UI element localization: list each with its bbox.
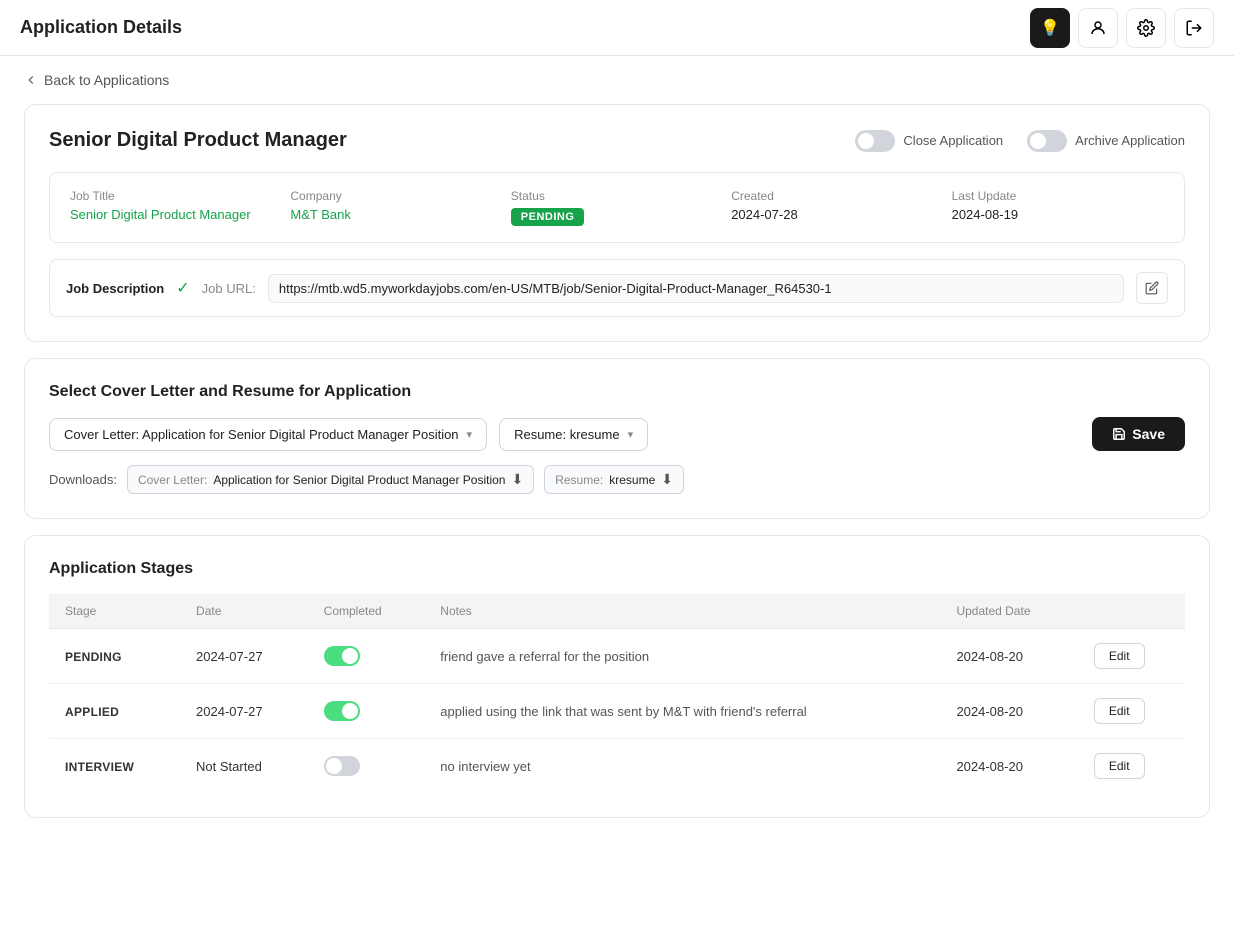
close-application-label: Close Application	[903, 133, 1003, 148]
resume-dl-name: kresume	[609, 473, 655, 487]
stage-name: APPLIED	[65, 705, 119, 719]
resume-dropdown[interactable]: Resume: kresume ▾	[499, 418, 648, 451]
resume-chevron-down-icon: ▾	[628, 428, 634, 441]
job-url-edit-button[interactable]	[1136, 272, 1168, 304]
cover-letter-chevron-down-icon: ▾	[467, 428, 473, 441]
last-update-cell: Last Update 2024-08-19	[952, 189, 1164, 226]
archive-application-toggle[interactable]	[1027, 130, 1067, 152]
stages-table: Stage Date Completed Notes Updated Date …	[49, 594, 1185, 793]
stage-updated-date: 2024-08-20	[940, 684, 1077, 739]
back-to-applications[interactable]: Back to Applications	[0, 56, 1234, 104]
header: Application Details 💡	[0, 0, 1234, 56]
company-label: Company	[290, 189, 502, 203]
gear-icon-button[interactable]	[1126, 8, 1166, 48]
status-badge: PENDING	[511, 208, 585, 226]
bulb-icon-button[interactable]: 💡	[1030, 8, 1070, 48]
col-actions	[1078, 594, 1185, 629]
stage-edit-button[interactable]: Edit	[1094, 753, 1145, 779]
job-description-label: Job Description	[66, 281, 164, 296]
stage-completed-toggle[interactable]	[324, 701, 360, 721]
resume-download-icon[interactable]: ⬇	[661, 471, 673, 488]
last-update-label: Last Update	[952, 189, 1164, 203]
stages-card: Application Stages Stage Date Completed …	[24, 535, 1210, 818]
col-date: Date	[180, 594, 308, 629]
page-title: Application Details	[20, 17, 182, 38]
col-updated-date: Updated Date	[940, 594, 1077, 629]
back-nav-label: Back to Applications	[44, 72, 169, 88]
cover-resume-title: Select Cover Letter and Resume for Appli…	[49, 383, 1185, 401]
table-row: INTERVIEW Not Started no interview yet 2…	[49, 739, 1185, 794]
cover-resume-card: Select Cover Letter and Resume for Appli…	[24, 358, 1210, 519]
table-row: PENDING 2024-07-27 friend gave a referra…	[49, 629, 1185, 684]
close-application-toggle[interactable]	[855, 130, 895, 152]
table-row: APPLIED 2024-07-27 applied using the lin…	[49, 684, 1185, 739]
stage-date: 2024-07-27	[180, 629, 308, 684]
created-value: 2024-07-28	[731, 207, 943, 222]
stage-name: INTERVIEW	[65, 760, 134, 774]
cover-letter-dropdown[interactable]: Cover Letter: Application for Senior Dig…	[49, 418, 487, 451]
stage-notes: friend gave a referral for the position	[440, 649, 649, 664]
card-header: Senior Digital Product Manager Close App…	[49, 129, 1185, 152]
save-label: Save	[1132, 426, 1165, 442]
stage-name: PENDING	[65, 650, 122, 664]
close-application-toggle-group: Close Application	[855, 130, 1003, 152]
job-description-row: Job Description ✓ Job URL:	[49, 259, 1185, 317]
main-content: Senior Digital Product Manager Close App…	[0, 104, 1234, 866]
cover-letter-download-icon[interactable]: ⬇	[511, 471, 523, 488]
job-title-value: Senior Digital Product Manager	[70, 207, 282, 222]
card-controls: Close Application Archive Application	[855, 130, 1185, 152]
resume-dl-label: Resume:	[555, 473, 603, 487]
status-label: Status	[511, 189, 723, 203]
stages-title: Application Stages	[49, 560, 1185, 578]
stage-edit-button[interactable]: Edit	[1094, 643, 1145, 669]
save-icon	[1112, 427, 1126, 441]
company-value: M&T Bank	[290, 207, 502, 222]
info-grid: Job Title Senior Digital Product Manager…	[49, 172, 1185, 243]
job-title-label: Job Title	[70, 189, 282, 203]
downloads-row: Downloads: Cover Letter: Application for…	[49, 465, 1185, 494]
job-title-cell: Job Title Senior Digital Product Manager	[70, 189, 282, 226]
cover-resume-row: Cover Letter: Application for Senior Dig…	[49, 417, 1185, 451]
created-label: Created	[731, 189, 943, 203]
archive-application-label: Archive Application	[1075, 133, 1185, 148]
job-url-label: Job URL:	[202, 281, 256, 296]
cover-letter-dl-name: Application for Senior Digital Product M…	[213, 473, 505, 487]
col-notes: Notes	[424, 594, 940, 629]
stage-notes: applied using the link that was sent by …	[440, 704, 806, 719]
downloads-label: Downloads:	[49, 472, 117, 487]
stage-date: Not Started	[180, 739, 308, 794]
header-icon-group: 💡	[1030, 8, 1214, 48]
save-button[interactable]: Save	[1092, 417, 1185, 451]
chevron-left-icon	[24, 73, 38, 87]
stage-edit-button[interactable]: Edit	[1094, 698, 1145, 724]
job-url-input[interactable]	[268, 274, 1124, 303]
cover-letter-download-item: Cover Letter: Application for Senior Dig…	[127, 465, 534, 494]
stage-updated-date: 2024-08-20	[940, 629, 1077, 684]
resume-download-item: Resume: kresume ⬇	[544, 465, 684, 494]
logout-icon-button[interactable]	[1174, 8, 1214, 48]
application-card: Senior Digital Product Manager Close App…	[24, 104, 1210, 342]
resume-dropdown-label: Resume: kresume	[514, 427, 619, 442]
stage-completed-toggle[interactable]	[324, 646, 360, 666]
application-job-title: Senior Digital Product Manager	[49, 129, 347, 152]
user-icon-button[interactable]	[1078, 8, 1118, 48]
stage-notes: no interview yet	[440, 759, 530, 774]
col-completed: Completed	[308, 594, 425, 629]
stage-updated-date: 2024-08-20	[940, 739, 1077, 794]
cover-letter-dropdown-label: Cover Letter: Application for Senior Dig…	[64, 427, 459, 442]
stages-header-row: Stage Date Completed Notes Updated Date	[49, 594, 1185, 629]
last-update-value: 2024-08-19	[952, 207, 1164, 222]
cover-letter-dl-label: Cover Letter:	[138, 473, 207, 487]
check-icon: ✓	[176, 278, 189, 298]
edit-icon	[1145, 281, 1159, 295]
company-cell: Company M&T Bank	[290, 189, 502, 226]
stage-date: 2024-07-27	[180, 684, 308, 739]
status-cell: Status PENDING	[511, 189, 723, 226]
stage-completed-toggle[interactable]	[324, 756, 360, 776]
created-cell: Created 2024-07-28	[731, 189, 943, 226]
col-stage: Stage	[49, 594, 180, 629]
archive-application-toggle-group: Archive Application	[1027, 130, 1185, 152]
